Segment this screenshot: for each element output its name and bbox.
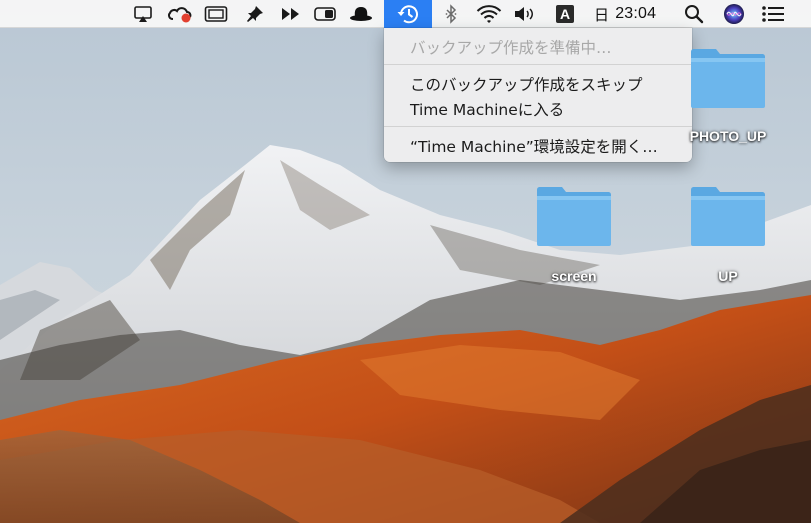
folder-label: UP — [718, 268, 738, 284]
volume-icon[interactable] — [512, 0, 538, 28]
spotlight-search-icon[interactable] — [681, 0, 707, 28]
toggle-switch-icon[interactable] — [312, 0, 338, 28]
desktop-folder-screen[interactable]: screen — [534, 186, 614, 284]
folder-icon — [691, 187, 765, 246]
clock-time: 23:04 — [615, 5, 657, 22]
input-source-icon[interactable]: A — [553, 0, 577, 28]
skip-backup-item[interactable]: このバックアップ作成をスキップ — [384, 73, 692, 95]
pin-icon[interactable] — [243, 0, 267, 28]
airplay-icon[interactable] — [130, 0, 156, 28]
folder-label: PHOTO_UP — [689, 128, 767, 144]
menu-bar-clock[interactable]: 日 23:04 — [594, 0, 670, 28]
siri-icon[interactable] — [720, 0, 748, 28]
folder-icon — [691, 49, 765, 108]
open-time-machine-preferences-item[interactable]: “Time Machine”環境設定を開く… — [384, 135, 692, 157]
folder-icon — [537, 187, 611, 246]
fast-forward-icon[interactable] — [278, 0, 304, 28]
time-machine-menu: バックアップ作成を準備中… このバックアップ作成をスキップ Time Machi… — [384, 28, 692, 162]
notification-center-icon[interactable] — [758, 0, 788, 28]
desktop-folder-photo-up[interactable]: PHOTO_UP — [688, 48, 768, 144]
folder-label: screen — [551, 268, 597, 284]
creative-cloud-icon[interactable] — [165, 0, 195, 28]
bluetooth-icon[interactable] — [440, 0, 462, 28]
enter-time-machine-item[interactable]: Time Machineに入る — [384, 98, 692, 120]
backup-status-item: バックアップ作成を準備中… — [410, 39, 612, 57]
wifi-icon[interactable] — [474, 0, 504, 28]
clock-day: 日 — [594, 5, 610, 24]
input-source-letter: A — [556, 5, 574, 23]
menu-separator — [384, 126, 692, 127]
time-machine-icon[interactable] — [384, 0, 432, 28]
menu-separator — [384, 64, 692, 65]
hat-icon[interactable] — [347, 0, 375, 28]
menu-bar: A 日 23:04 — [0, 0, 811, 28]
display-mirroring-icon[interactable] — [202, 0, 230, 28]
desktop-folder-up[interactable]: UP — [688, 186, 768, 284]
